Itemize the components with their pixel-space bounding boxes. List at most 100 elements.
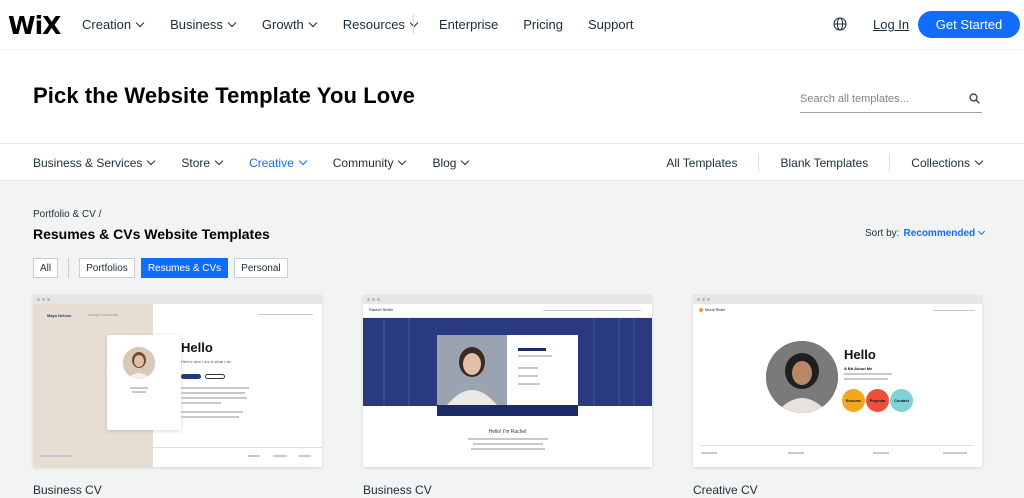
preview-footer-line — [701, 445, 974, 446]
globe-icon[interactable] — [833, 17, 847, 31]
nav-enterprise[interactable]: Enterprise — [439, 17, 498, 32]
category-creative[interactable]: Creative — [249, 156, 308, 170]
preview-text — [873, 452, 889, 454]
category-community[interactable]: Community — [333, 156, 407, 170]
template-title[interactable]: Creative CV — [693, 483, 758, 497]
search-icon[interactable] — [969, 93, 980, 104]
preview-text — [181, 387, 249, 389]
chevron-down-icon — [135, 18, 145, 27]
nav-resources[interactable]: Resources — [342, 17, 419, 32]
filter-chips: All Portfolios Resumes & CVs Personal — [33, 258, 294, 278]
chevron-down-icon — [974, 156, 984, 165]
preview-text — [181, 392, 245, 394]
category-list: Business & Services Store Creative Commu… — [33, 144, 495, 181]
preview-text — [181, 397, 247, 399]
sort-value[interactable]: Recommended — [903, 227, 986, 239]
nav-business[interactable]: Business — [170, 17, 237, 32]
preview-text — [788, 452, 804, 454]
divider — [68, 258, 70, 278]
wix-logo[interactable]: WiX — [8, 11, 61, 40]
preview-name: Rachel Smith — [369, 307, 393, 312]
preview-text — [518, 348, 546, 351]
collections-dropdown[interactable]: Collections — [911, 155, 984, 170]
preview-text — [518, 367, 538, 369]
category-store[interactable]: Store — [181, 156, 224, 170]
preview-text — [41, 455, 71, 457]
preview-text — [518, 383, 540, 385]
top-navigation: WiX Creation Business Growth Resources E… — [0, 0, 1024, 49]
page-header: Pick the Website Template You Love — [0, 49, 1024, 143]
nav-creation[interactable]: Creation — [82, 17, 145, 32]
preview-heading: Hello! I'm Rachel — [488, 429, 527, 435]
category-blog[interactable]: Blog — [432, 155, 470, 170]
preview-footer-line — [33, 447, 322, 448]
preview-portrait — [123, 347, 155, 379]
preview-button — [181, 374, 201, 379]
preview-portrait — [437, 335, 507, 405]
preview-social-bar — [437, 405, 578, 416]
chevron-down-icon — [227, 18, 237, 27]
chevron-down-icon — [298, 156, 308, 165]
nav-resources-label: Resources — [342, 17, 405, 32]
breadcrumb[interactable]: Portfolio & CV / — [33, 209, 101, 220]
preview-heading: Hello — [844, 347, 876, 362]
preview-text — [518, 355, 552, 357]
nav-growth-label: Growth — [261, 17, 304, 32]
preview-brand: Mouli Rider — [699, 307, 725, 312]
all-templates-link[interactable]: All Templates — [666, 156, 737, 170]
nav-creation-label: Creation — [82, 17, 132, 32]
preview-role: PROJECT MANAGER — [88, 313, 118, 317]
sort-control[interactable]: Sort by: Recommended — [865, 227, 986, 239]
preview-subheading: A Bit About Me — [844, 366, 873, 371]
collections-label: Collections — [911, 155, 970, 170]
preview-tagline: Here's who I am & what I do — [181, 359, 231, 364]
category-nav: Business & Services Store Creative Commu… — [0, 143, 1024, 181]
filter-personal[interactable]: Personal — [234, 258, 288, 278]
sort-label: Sort by: — [865, 228, 900, 239]
template-title[interactable]: Business CV — [363, 483, 432, 497]
nav-pricing[interactable]: Pricing — [523, 17, 563, 32]
collections-nav: All Templates Blank Templates Collection… — [666, 144, 984, 181]
section-title: Resumes & CVs Website Templates — [33, 226, 270, 242]
person-image — [766, 341, 838, 413]
chevron-down-icon — [214, 156, 224, 165]
blank-templates-link[interactable]: Blank Templates — [780, 156, 868, 170]
category-business-services[interactable]: Business & Services — [33, 156, 156, 170]
filter-resumes-cvs[interactable]: Resumes & CVs — [140, 258, 229, 278]
browser-bar — [363, 295, 652, 304]
divider — [889, 154, 891, 171]
preview-text — [248, 455, 260, 457]
template-card[interactable]: Maya Nelson PROJECT MANAGER Hello Here's… — [33, 295, 322, 467]
template-card[interactable]: Mouli Rider Hello A Bit About Me Resume … — [693, 295, 982, 467]
preview-nav — [258, 314, 313, 315]
preview-text — [471, 448, 545, 450]
page-title: Pick the Website Template You Love — [33, 83, 415, 108]
preview-button — [205, 374, 225, 379]
chevron-down-icon — [147, 156, 156, 165]
preview-bubble: Resume — [842, 389, 865, 412]
nav-support[interactable]: Support — [588, 17, 634, 32]
secondary-nav: Enterprise Pricing Support — [439, 0, 659, 49]
preview-bubble: Projects — [866, 389, 889, 412]
category-label: Blog — [432, 155, 457, 170]
preview-text — [844, 373, 892, 375]
filter-portfolios[interactable]: Portfolios — [79, 258, 135, 278]
preview-text — [518, 375, 538, 377]
nav-business-label: Business — [170, 17, 223, 32]
chevron-down-icon — [308, 18, 318, 27]
nav-growth[interactable]: Growth — [261, 17, 318, 32]
get-started-button[interactable]: Get Started — [918, 11, 1020, 38]
divider — [758, 154, 760, 171]
filter-all[interactable]: All — [33, 258, 59, 278]
preview-text — [701, 452, 717, 454]
preview-nav — [363, 304, 652, 318]
preview-heading: Hello — [181, 340, 213, 355]
chevron-down-icon — [398, 156, 407, 165]
browser-bar — [693, 295, 982, 304]
login-link[interactable]: Log In — [873, 17, 909, 32]
template-card[interactable]: Rachel Smith Hello! I'm Rachel — [363, 295, 652, 467]
template-title[interactable]: Business CV — [33, 483, 102, 497]
preview-text — [181, 411, 243, 413]
preview-nav — [693, 304, 982, 318]
search-input[interactable] — [800, 93, 960, 105]
